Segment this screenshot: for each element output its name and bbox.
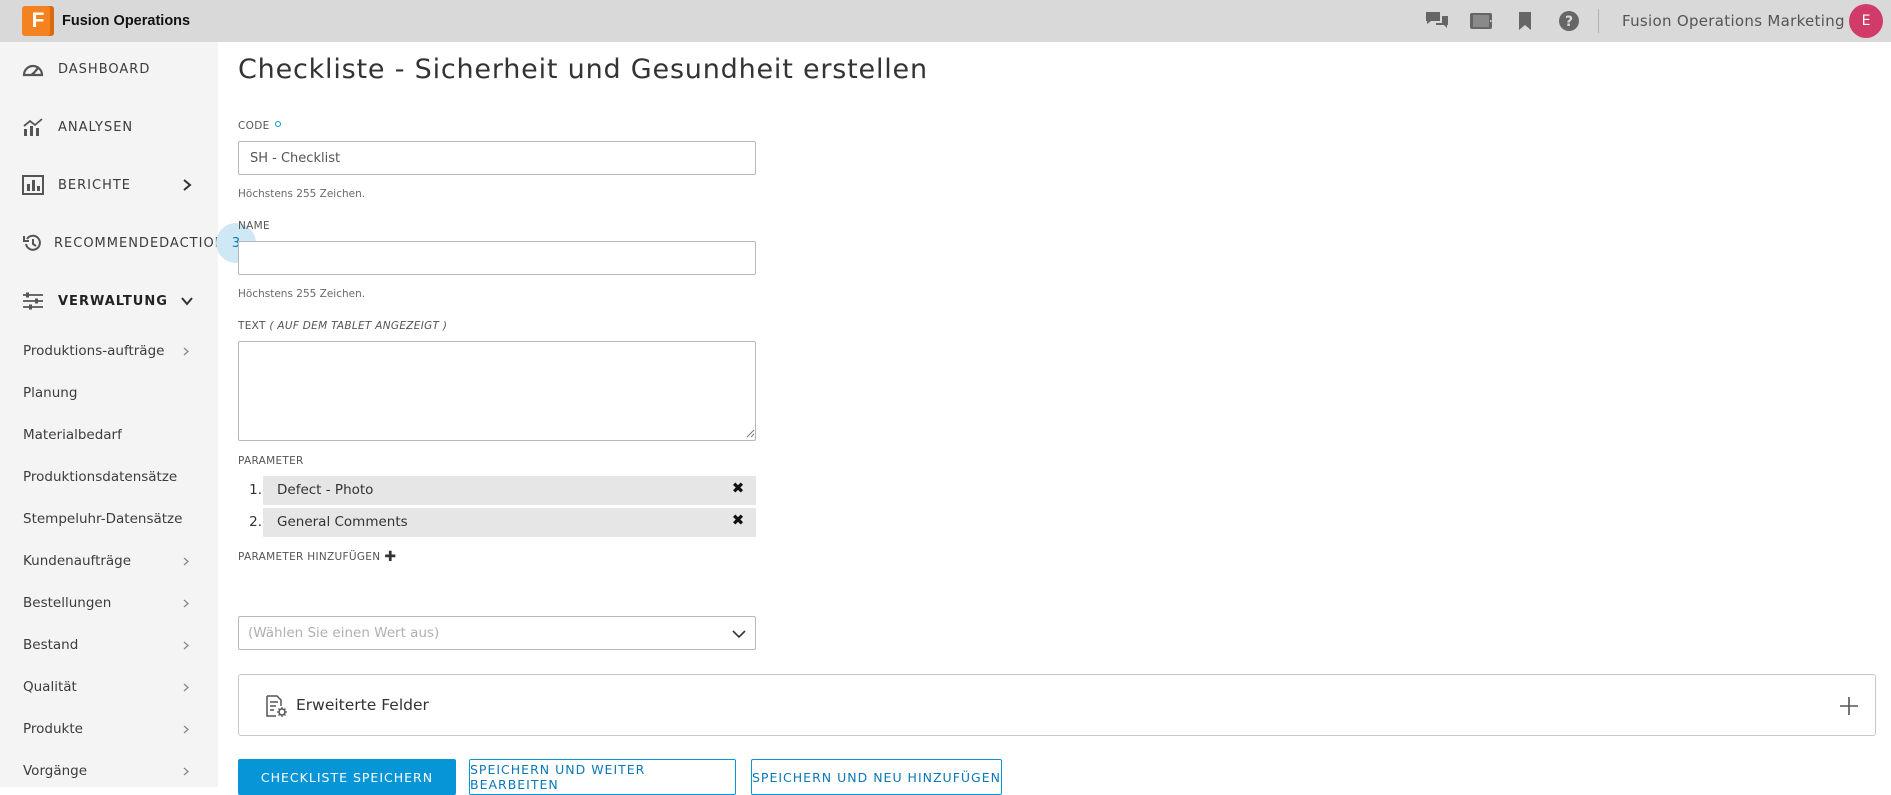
code-hint: Höchstens 255 Zeichen. <box>238 188 366 200</box>
parameter-number: 2. <box>249 514 262 530</box>
sidebar-subitem-label: Materialbedarf <box>23 427 122 443</box>
remove-icon[interactable]: ✖ <box>730 512 746 528</box>
save-and-continue-button[interactable]: SPEICHERN UND WEITER BEARBEITEN <box>469 759 736 795</box>
sidebar-item-verwaltung[interactable]: VERWALTUNG <box>0 281 218 321</box>
parameter-number: 1. <box>249 482 262 498</box>
user-avatar[interactable]: E <box>1849 4 1883 38</box>
extended-fields-title: Erweiterte Felder <box>296 696 429 714</box>
add-parameter-select[interactable]: (Wählen Sie einen Wert aus) <box>238 616 756 650</box>
parameter-list-item: 2. General Comments ✖ <box>238 508 756 537</box>
add-parameter-label: PARAMETER HINZUFÜGEN ✚ <box>238 550 396 564</box>
expand-plus-icon[interactable] <box>1838 695 1860 717</box>
main-content: Checkliste - Sicherheit und Gesundheit e… <box>218 42 1891 795</box>
chevron-down-icon <box>732 630 746 639</box>
sidebar-subitem-label: Vorgänge <box>23 763 88 779</box>
bookmark-icon[interactable] <box>1503 0 1547 42</box>
sidebar-item-label: DASHBOARD <box>58 61 151 77</box>
sidebar-item-label: BERICHTE <box>58 177 132 193</box>
code-label: CODE <box>238 120 281 132</box>
sidebar-item-berichte[interactable]: BERICHTE <box>0 165 218 205</box>
brand-name: Fusion Operations <box>62 13 191 29</box>
organization-name[interactable]: Fusion Operations Marketing <box>1622 0 1845 42</box>
page-title: Checkliste - Sicherheit und Gesundheit e… <box>238 54 928 85</box>
sidebar-item-label: RECOMMENDEDACTIONS <box>54 235 218 251</box>
sidebar: DASHBOARD ANALYSEN BERICHTE RECOMMENDEDA… <box>0 42 218 787</box>
chevron-right-icon <box>183 179 192 191</box>
code-label-text: CODE <box>238 120 270 132</box>
sidebar-item-label: ANALYSEN <box>58 119 134 135</box>
sidebar-subitem-kundenauftraege[interactable]: Kundenaufträge <box>0 543 218 579</box>
tablet-icon[interactable] <box>1459 0 1503 42</box>
parameter-name: Defect - Photo <box>277 482 374 498</box>
parameter-list-item: 1. Defect - Photo ✖ <box>238 476 756 505</box>
chevron-down-icon <box>181 297 193 306</box>
resize-handle-icon[interactable] <box>746 429 755 438</box>
sidebar-subitem-label: Bestellungen <box>23 595 112 611</box>
parameter-name: General Comments <box>277 514 408 530</box>
svg-text:?: ? <box>1565 14 1573 30</box>
chevron-right-icon <box>183 599 189 607</box>
topbar-divider <box>1598 9 1599 33</box>
sidebar-subitem-produktionsauftraege[interactable]: Produktions-aufträge <box>0 333 218 369</box>
code-input[interactable] <box>238 141 756 175</box>
sidebar-subitem-label: Planung <box>23 385 78 401</box>
extended-fields-panel[interactable]: Erweiterte Felder <box>238 674 1876 736</box>
chevron-right-icon <box>183 347 189 355</box>
sidebar-item-analysen[interactable]: ANALYSEN <box>0 107 218 147</box>
text-label-main: TEXT <box>238 320 266 332</box>
parameter-label: PARAMETER <box>238 455 304 467</box>
top-icon-group: ? <box>1415 0 1591 42</box>
sidebar-subitem-qualitaet[interactable]: Qualität <box>0 669 218 705</box>
brand[interactable]: F Fusion Operations <box>22 6 190 36</box>
sidebar-subitem-label: Stempeluhr-Datensätze <box>23 511 183 527</box>
fusion-logo-icon: F <box>22 6 54 36</box>
sidebar-item-dashboard[interactable]: DASHBOARD <box>0 49 218 89</box>
sidebar-subitem-label: Kundenaufträge <box>23 553 132 569</box>
document-settings-icon <box>266 695 287 717</box>
add-parameter-text: PARAMETER HINZUFÜGEN <box>238 551 381 563</box>
chevron-right-icon <box>183 683 189 691</box>
top-bar: F Fusion Operations ? Fusion Operations … <box>0 0 1891 42</box>
parameter-chip: Defect - Photo ✖ <box>263 476 756 505</box>
required-indicator-icon <box>274 121 281 127</box>
sidebar-subitem-label: Produktions-aufträge <box>23 343 165 359</box>
text-label-suffix: ( AUF DEM TABLET ANGEZEIGT ) <box>269 320 448 332</box>
chevron-right-icon <box>183 641 189 649</box>
history-icon <box>22 232 44 254</box>
save-and-new-button[interactable]: SPEICHERN UND NEU HINZUFÜGEN <box>751 759 1002 795</box>
parameter-chip: General Comments ✖ <box>263 508 756 537</box>
sidebar-subitem-label: Produktionsdatensätze <box>23 469 178 485</box>
text-label: TEXT ( AUF DEM TABLET ANGEZEIGT ) <box>238 320 447 332</box>
name-hint: Höchstens 255 Zeichen. <box>238 288 366 300</box>
sidebar-subitem-label: Qualität <box>23 679 77 695</box>
help-icon[interactable]: ? <box>1547 0 1591 42</box>
analytics-icon <box>22 116 44 138</box>
chat-icon[interactable] <box>1415 0 1459 42</box>
sidebar-subitem-bestellungen[interactable]: Bestellungen <box>0 585 218 621</box>
save-checklist-button[interactable]: CHECKLISTE SPEICHERN <box>238 759 456 795</box>
text-textarea[interactable] <box>238 341 756 441</box>
chevron-right-icon <box>183 557 189 565</box>
remove-icon[interactable]: ✖ <box>730 480 746 496</box>
sidebar-subitem-label: Produkte <box>23 721 83 737</box>
sidebar-subitem-vorgaenge[interactable]: Vorgänge <box>0 753 218 787</box>
sidebar-subitem-planung[interactable]: Planung <box>0 375 218 411</box>
sidebar-subitem-produkte[interactable]: Produkte <box>0 711 218 747</box>
sidebar-subitem-stempeluhr[interactable]: Stempeluhr-Datensätze <box>0 501 218 537</box>
select-placeholder: (Wählen Sie einen Wert aus) <box>248 625 440 641</box>
chevron-right-icon <box>183 767 189 775</box>
report-icon <box>22 174 44 196</box>
name-label: NAME <box>238 220 270 232</box>
sliders-icon <box>22 290 44 312</box>
sidebar-subitem-materialbedarf[interactable]: Materialbedarf <box>0 417 218 453</box>
plus-icon[interactable]: ✚ <box>384 550 396 564</box>
sidebar-item-recommendedactions[interactable]: RECOMMENDEDACTIONS <box>0 223 218 263</box>
sidebar-subitem-produktionsdatensaetze[interactable]: Produktionsdatensätze <box>0 459 218 495</box>
sidebar-subitem-bestand[interactable]: Bestand <box>0 627 218 663</box>
gauge-icon <box>22 58 44 80</box>
sidebar-subitem-label: Bestand <box>23 637 79 653</box>
sidebar-item-label: VERWALTUNG <box>58 293 168 309</box>
chevron-right-icon <box>183 725 189 733</box>
name-input[interactable] <box>238 241 756 275</box>
